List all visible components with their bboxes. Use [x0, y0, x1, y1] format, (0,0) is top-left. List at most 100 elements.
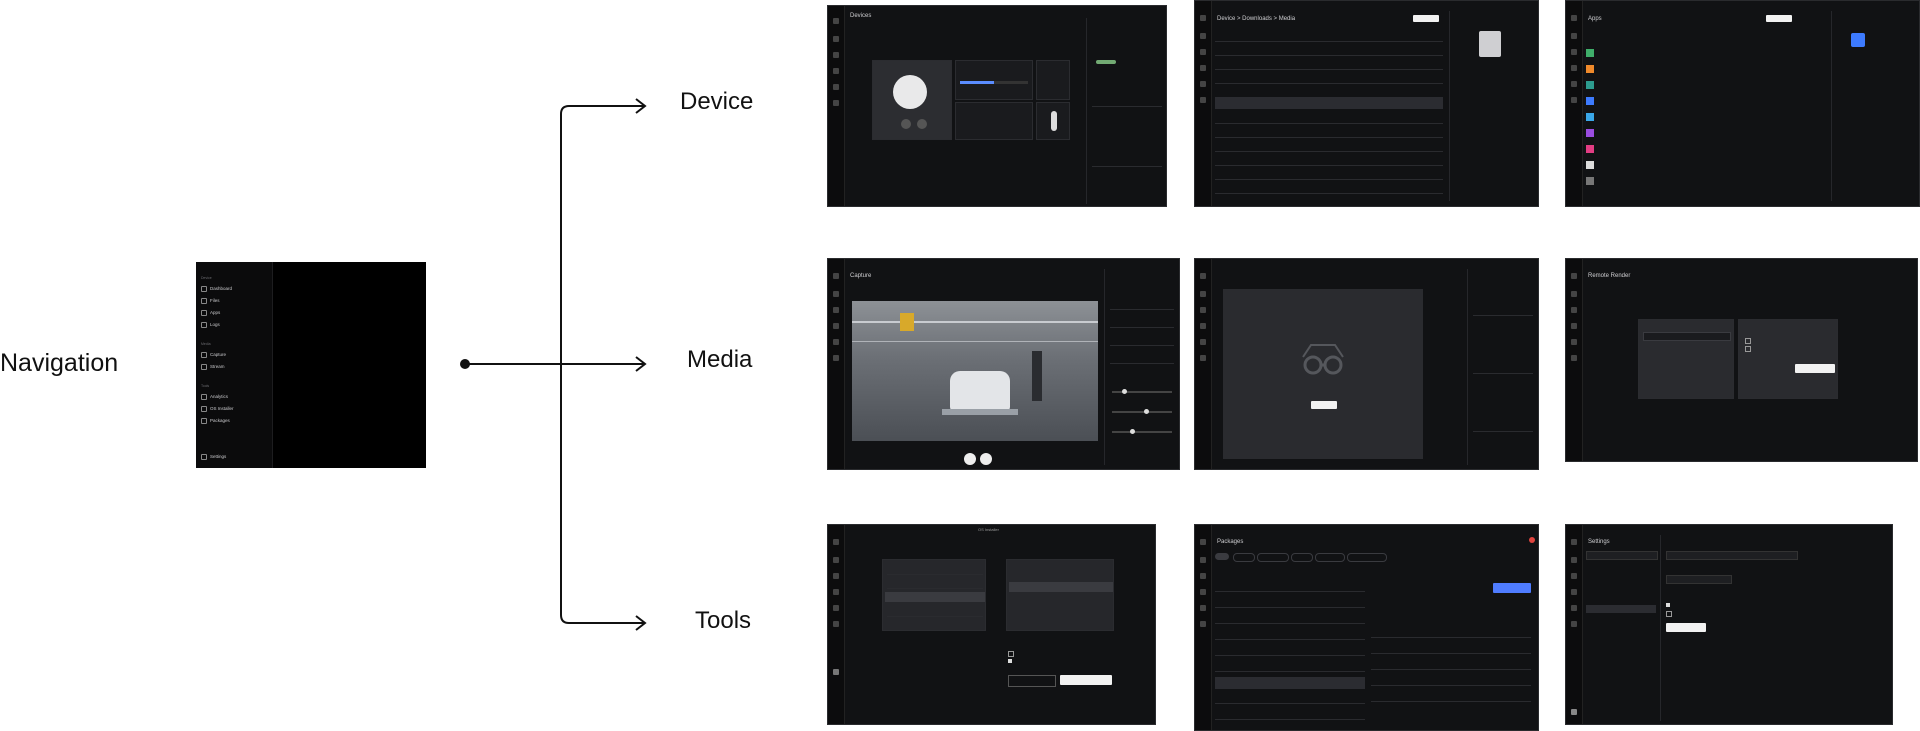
- version-row[interactable]: [1371, 685, 1531, 686]
- package-row[interactable]: [1215, 623, 1365, 624]
- package-row[interactable]: [1215, 607, 1365, 608]
- version-row[interactable]: [1371, 637, 1531, 638]
- setting-row[interactable]: [1473, 373, 1533, 374]
- file-row[interactable]: [1215, 83, 1443, 84]
- device-select[interactable]: [1643, 332, 1731, 341]
- setting-row[interactable]: [1110, 363, 1174, 364]
- app-icon[interactable]: [1586, 161, 1594, 169]
- option-select[interactable]: [1666, 575, 1732, 584]
- settings-menu-item-selected[interactable]: [1586, 605, 1656, 613]
- device-row[interactable]: [887, 588, 983, 589]
- robot-arm: [900, 313, 914, 331]
- package-row[interactable]: [1215, 639, 1365, 640]
- app-icon[interactable]: [1586, 49, 1594, 57]
- package-row-selected[interactable]: [1215, 677, 1365, 689]
- slider[interactable]: [1112, 389, 1172, 394]
- file-row[interactable]: [1215, 137, 1443, 138]
- start-button[interactable]: [1311, 401, 1337, 409]
- file-row-selected[interactable]: [1215, 97, 1443, 109]
- app-icon[interactable]: [1586, 177, 1594, 185]
- stream-screen[interactable]: [1194, 258, 1539, 470]
- package-row[interactable]: [1215, 703, 1365, 704]
- action-button[interactable]: [1795, 364, 1835, 373]
- version-row[interactable]: [1371, 669, 1531, 670]
- divider: [1092, 166, 1162, 167]
- checkbox[interactable]: [1745, 338, 1751, 344]
- side-rail: [828, 259, 845, 469]
- setting-row[interactable]: [1110, 327, 1174, 328]
- add-to-system-button[interactable]: [1493, 583, 1531, 593]
- search-input[interactable]: [1586, 551, 1658, 560]
- checkbox-checked[interactable]: [1666, 603, 1670, 607]
- install-button[interactable]: [1766, 15, 1792, 22]
- slider[interactable]: [1112, 409, 1172, 414]
- filter-chip[interactable]: [1257, 553, 1289, 562]
- package-row[interactable]: [1215, 719, 1365, 720]
- action-button[interactable]: [1666, 623, 1706, 632]
- checkbox-checked[interactable]: [1008, 659, 1012, 663]
- files-screen[interactable]: Device > Downloads > Media: [1194, 0, 1539, 207]
- checkbox[interactable]: [1008, 651, 1014, 657]
- divider: [1104, 269, 1105, 465]
- install-now-button[interactable]: [1060, 675, 1112, 685]
- rail-icon: [833, 307, 839, 313]
- capture-screen[interactable]: Capture: [827, 258, 1180, 470]
- file-row[interactable]: [1215, 151, 1443, 152]
- camera-icon[interactable]: [964, 453, 976, 465]
- record-icon[interactable]: [980, 453, 992, 465]
- checkbox[interactable]: [1745, 346, 1751, 352]
- app-icon[interactable]: [1586, 113, 1594, 121]
- file-row[interactable]: [1215, 179, 1443, 180]
- version-row[interactable]: [1371, 653, 1531, 654]
- app-icon[interactable]: [1586, 145, 1594, 153]
- package-row[interactable]: [1215, 655, 1365, 656]
- path-input[interactable]: [1666, 551, 1798, 560]
- checkbox[interactable]: [1666, 611, 1672, 617]
- os-installer-screen[interactable]: OS Installer: [827, 524, 1156, 725]
- filter-chip[interactable]: [1215, 553, 1229, 560]
- device-card: [1638, 319, 1734, 399]
- package-row[interactable]: [1215, 671, 1365, 672]
- device-row[interactable]: [887, 616, 983, 617]
- setting-row[interactable]: [1110, 345, 1174, 346]
- filter-chip[interactable]: [1315, 553, 1345, 562]
- device-row[interactable]: [887, 574, 983, 575]
- app-icon[interactable]: [1586, 129, 1594, 137]
- filter-chip[interactable]: [1233, 553, 1255, 562]
- setting-row[interactable]: [1473, 315, 1533, 316]
- file-row[interactable]: [1215, 41, 1443, 42]
- version-row[interactable]: [1371, 701, 1531, 702]
- file-row[interactable]: [1215, 123, 1443, 124]
- remote-render-screen[interactable]: Remote Render: [1565, 258, 1918, 462]
- filter-chip[interactable]: [1347, 553, 1387, 562]
- app-icon[interactable]: [1586, 97, 1594, 105]
- setting-row[interactable]: [1110, 309, 1174, 310]
- apps-screen[interactable]: Apps: [1565, 0, 1920, 207]
- rail-icon: [1200, 621, 1206, 627]
- file-row[interactable]: [1215, 193, 1443, 194]
- side-rail: [1195, 1, 1212, 206]
- package-row[interactable]: [1215, 591, 1365, 592]
- rail-icon: [833, 539, 839, 545]
- download-only-button[interactable]: [1008, 675, 1056, 687]
- packages-screen[interactable]: Packages: [1194, 524, 1539, 731]
- setting-row[interactable]: [1473, 431, 1533, 432]
- file-row[interactable]: [1215, 55, 1443, 56]
- device-image-card: [872, 60, 952, 140]
- file-row[interactable]: [1215, 165, 1443, 166]
- screen-title: Apps: [1588, 16, 1602, 22]
- file-row[interactable]: [1215, 69, 1443, 70]
- app-icon[interactable]: [1586, 81, 1594, 89]
- rail-icon: [833, 273, 839, 279]
- settings-screen[interactable]: Settings: [1565, 524, 1893, 725]
- upload-button[interactable]: [1413, 15, 1439, 22]
- version-row-selected[interactable]: [1009, 582, 1113, 592]
- divider: [1449, 11, 1450, 201]
- devices-screen[interactable]: Devices: [827, 5, 1167, 207]
- filter-chip[interactable]: [1291, 553, 1313, 562]
- device-row-selected[interactable]: [885, 592, 985, 602]
- app-icon[interactable]: [1586, 65, 1594, 73]
- slider[interactable]: [1112, 429, 1172, 434]
- rail-icon: [1200, 97, 1206, 103]
- rail-icon: [833, 589, 839, 595]
